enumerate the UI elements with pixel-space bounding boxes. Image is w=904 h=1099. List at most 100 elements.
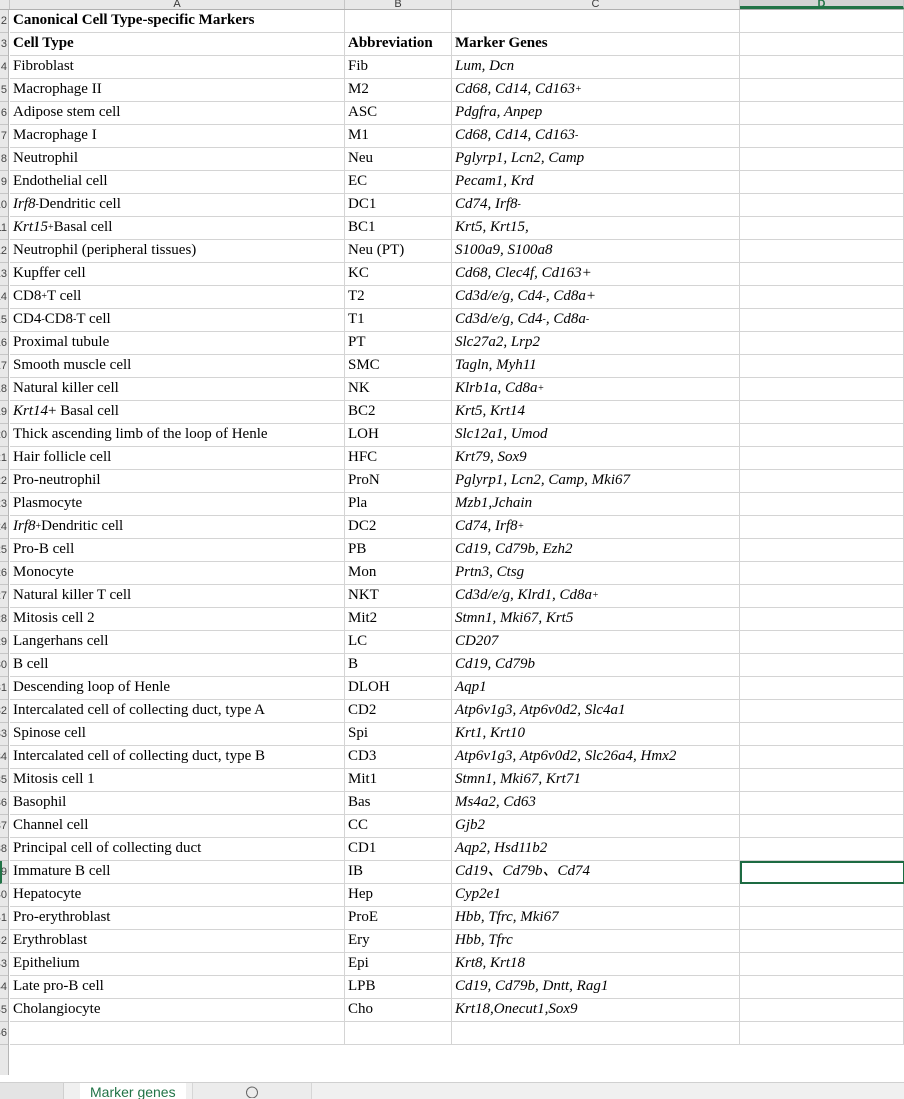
cell-type-cell[interactable]: Neutrophil (peripheral tissues) bbox=[10, 240, 345, 262]
abbreviation-cell[interactable]: Pla bbox=[345, 493, 452, 515]
row-header[interactable]: 17 bbox=[0, 355, 8, 378]
cell-type-cell[interactable]: Kupffer cell bbox=[10, 263, 345, 285]
empty-cell-d[interactable] bbox=[740, 148, 904, 170]
abbreviation-cell[interactable]: DC2 bbox=[345, 516, 452, 538]
cell-type-cell[interactable]: Pro-B cell bbox=[10, 539, 345, 561]
empty-cell-d[interactable] bbox=[740, 677, 904, 699]
cell-type-cell[interactable]: Neutrophil bbox=[10, 148, 345, 170]
column-header-a[interactable]: A bbox=[10, 0, 345, 9]
empty-cell-d2[interactable] bbox=[740, 1022, 904, 1044]
abbreviation-cell[interactable]: Mit1 bbox=[345, 769, 452, 791]
cell-type-cell[interactable]: Macrophage II bbox=[10, 79, 345, 101]
abbreviation-cell[interactable]: DLOH bbox=[345, 677, 452, 699]
marker-genes-cell[interactable]: Cd74, Irf8 + bbox=[452, 516, 740, 538]
cell-type-cell[interactable]: Cholangiocyte bbox=[10, 999, 345, 1021]
row-header[interactable]: 15 bbox=[0, 309, 8, 332]
empty-cell-d[interactable] bbox=[740, 723, 904, 745]
empty-cell-d[interactable] bbox=[740, 332, 904, 354]
marker-genes-cell[interactable]: Lum, Dcn bbox=[452, 56, 740, 78]
cell-type-cell[interactable]: Krt15 + Basal cell bbox=[10, 217, 345, 239]
row-header[interactable]: 26 bbox=[0, 562, 8, 585]
row-header[interactable]: 37 bbox=[0, 815, 8, 838]
cell-type-cell[interactable]: Principal cell of collecting duct bbox=[10, 838, 345, 860]
empty-cell-d[interactable] bbox=[740, 539, 904, 561]
marker-genes-cell[interactable]: Krt79, Sox9 bbox=[452, 447, 740, 469]
row-header[interactable]: 39 bbox=[0, 861, 8, 884]
empty-cell-d[interactable] bbox=[740, 125, 904, 147]
marker-genes-cell[interactable]: Krt5, Krt15, bbox=[452, 217, 740, 239]
marker-genes-cell[interactable]: Atp6v1g3, Atp6v0d2, Slc4a1 bbox=[452, 700, 740, 722]
marker-genes-cell[interactable]: Ms4a2, Cd63 bbox=[452, 792, 740, 814]
row-header[interactable]: 44 bbox=[0, 976, 8, 999]
cell-type-cell[interactable]: Hepatocyte bbox=[10, 884, 345, 906]
marker-genes-cell[interactable]: Pdgfra, Anpep bbox=[452, 102, 740, 124]
abbreviation-cell[interactable]: M2 bbox=[345, 79, 452, 101]
empty-cell-d[interactable] bbox=[740, 401, 904, 423]
row-header[interactable]: 22 bbox=[0, 470, 8, 493]
row-header[interactable]: 27 bbox=[0, 585, 8, 608]
title-cell-c[interactable] bbox=[452, 10, 740, 32]
empty-cell-d[interactable] bbox=[740, 470, 904, 492]
empty-cell-d[interactable] bbox=[740, 976, 904, 998]
corner-select-all[interactable] bbox=[0, 0, 10, 9]
abbreviation-cell[interactable]: CD3 bbox=[345, 746, 452, 768]
row-header[interactable]: 11 bbox=[0, 217, 8, 240]
cell-type-cell[interactable]: Thick ascending limb of the loop of Henl… bbox=[10, 424, 345, 446]
marker-genes-cell[interactable]: Gjb2 bbox=[452, 815, 740, 837]
cell-type-cell[interactable]: Fibroblast bbox=[10, 56, 345, 78]
empty-cell-d[interactable] bbox=[740, 79, 904, 101]
cell-type-cell[interactable]: Pro-erythroblast bbox=[10, 907, 345, 929]
row-header[interactable]: 7 bbox=[0, 125, 8, 148]
abbreviation-cell[interactable]: Neu (PT) bbox=[345, 240, 452, 262]
empty-cell-d[interactable] bbox=[740, 286, 904, 308]
empty-cell-d[interactable] bbox=[740, 815, 904, 837]
cell-type-cell[interactable]: Epithelium bbox=[10, 953, 345, 975]
row-header[interactable]: 12 bbox=[0, 240, 8, 263]
abbreviation-cell[interactable]: Fib bbox=[345, 56, 452, 78]
cell-type-cell[interactable]: Plasmocyte bbox=[10, 493, 345, 515]
empty-cell-d[interactable] bbox=[740, 424, 904, 446]
abbreviation-cell[interactable]: ProN bbox=[345, 470, 452, 492]
abbreviation-cell[interactable]: IB bbox=[345, 861, 452, 883]
cell-type-cell[interactable]: Pro-neutrophil bbox=[10, 470, 345, 492]
title-cell[interactable]: Canonical Cell Type-specific Markers bbox=[10, 10, 345, 32]
abbreviation-cell[interactable]: EC bbox=[345, 171, 452, 193]
abbreviation-cell[interactable]: PT bbox=[345, 332, 452, 354]
cell-type-cell[interactable]: Natural killer T cell bbox=[10, 585, 345, 607]
empty-cell-d[interactable] bbox=[740, 516, 904, 538]
marker-genes-cell[interactable]: Slc12a1, Umod bbox=[452, 424, 740, 446]
empty-cell-d[interactable] bbox=[740, 953, 904, 975]
cell-type-cell[interactable]: Adipose stem cell bbox=[10, 102, 345, 124]
marker-genes-cell[interactable]: Prtn3, Ctsg bbox=[452, 562, 740, 584]
row-header[interactable]: 23 bbox=[0, 493, 8, 516]
cell-type-cell[interactable]: Immature B cell bbox=[10, 861, 345, 883]
cell-type-cell[interactable]: Proximal tubule bbox=[10, 332, 345, 354]
row-header[interactable]: 41 bbox=[0, 907, 8, 930]
empty-cell-d[interactable] bbox=[740, 562, 904, 584]
empty-cell-d[interactable] bbox=[740, 240, 904, 262]
cell-type-cell[interactable]: Krt14 + Basal cell bbox=[10, 401, 345, 423]
row-header[interactable]: 4 bbox=[0, 56, 8, 79]
row-header[interactable]: 8 bbox=[0, 148, 8, 171]
empty-cell-d[interactable] bbox=[740, 309, 904, 331]
cell-type-cell[interactable]: Mitosis cell 2 bbox=[10, 608, 345, 630]
marker-genes-cell[interactable]: Cd19、Cd79b、Cd74 bbox=[452, 861, 740, 883]
empty-cell-d[interactable] bbox=[740, 700, 904, 722]
empty-cell-d[interactable] bbox=[740, 263, 904, 285]
row-header[interactable]: 30 bbox=[0, 654, 8, 677]
cell-type-cell[interactable]: Monocyte bbox=[10, 562, 345, 584]
row-header[interactable]: 25 bbox=[0, 539, 8, 562]
marker-genes-cell[interactable]: Stmn1, Mki67, Krt71 bbox=[452, 769, 740, 791]
marker-genes-cell[interactable]: Stmn1, Mki67, Krt5 bbox=[452, 608, 740, 630]
row-header[interactable]: 5 bbox=[0, 79, 8, 102]
abbreviation-cell[interactable]: DC1 bbox=[345, 194, 452, 216]
empty-cell-d[interactable] bbox=[740, 999, 904, 1021]
abbreviation-cell[interactable]: Ery bbox=[345, 930, 452, 952]
abbreviation-cell[interactable]: LOH bbox=[345, 424, 452, 446]
cell-type-cell[interactable]: Late pro-B cell bbox=[10, 976, 345, 998]
row-header[interactable]: 40 bbox=[0, 884, 8, 907]
abbreviation-cell[interactable]: Bas bbox=[345, 792, 452, 814]
marker-genes-cell[interactable]: Aqp2, Hsd11b2 bbox=[452, 838, 740, 860]
row-header[interactable]: 18 bbox=[0, 378, 8, 401]
marker-genes-cell[interactable]: Mzb1,Jchain bbox=[452, 493, 740, 515]
